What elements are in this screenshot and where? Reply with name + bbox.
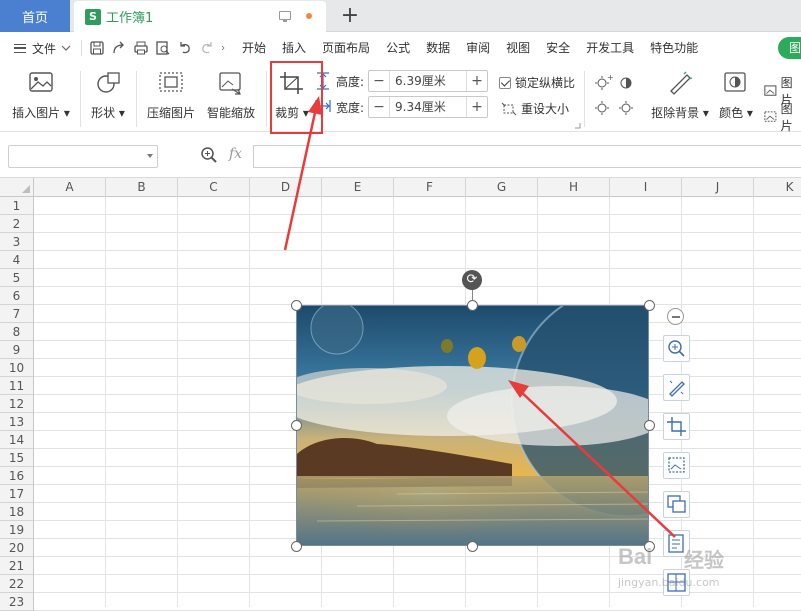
arrow-to-picture [508, 380, 676, 538]
watermark-url: jingyan.baidu.com [618, 576, 720, 589]
watermark-brand: Bai [618, 544, 653, 569]
baidu-jingyan-watermark: Bai 经验 jingyan.baidu.com [616, 536, 801, 606]
watermark-cn: 经验 [684, 548, 724, 572]
annotation-arrows [283, 96, 676, 538]
arrow-to-crop [283, 96, 322, 251]
